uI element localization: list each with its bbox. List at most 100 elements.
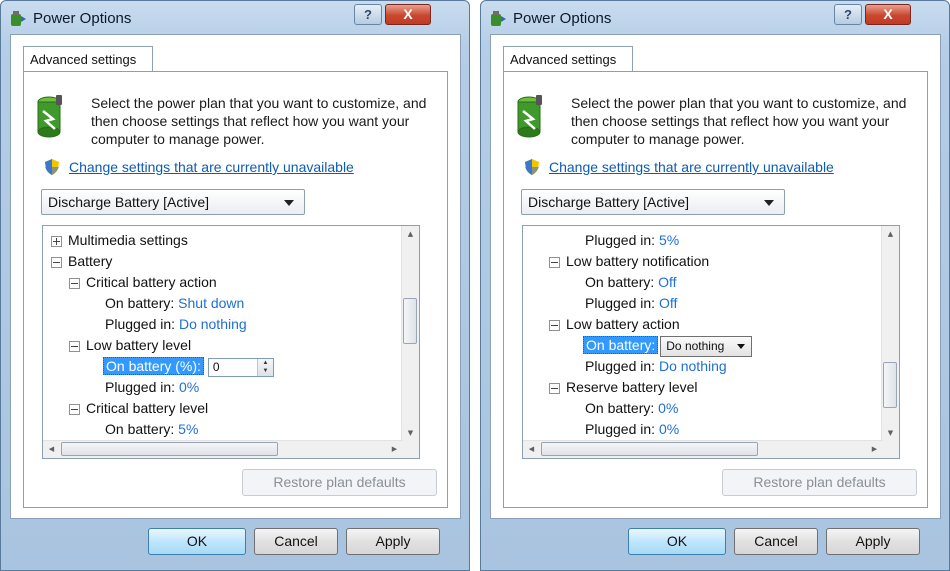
title-bar[interactable]: Power Options ? X (1, 1, 469, 35)
tree-item-plugged-in[interactable]: Plugged in: 0% (585, 419, 679, 440)
chevron-down-icon (764, 200, 774, 206)
tab-advanced-settings[interactable]: Advanced settings (503, 46, 633, 72)
help-button[interactable]: ? (834, 4, 862, 25)
horizontal-scrollbar[interactable]: ◀ ▶ (43, 440, 403, 458)
scroll-down-icon[interactable]: ▼ (882, 425, 899, 442)
collapse-minus-icon[interactable] (69, 340, 80, 352)
tree-item-on-battery-critical[interactable]: On battery: 5% (105, 419, 198, 440)
tree-item-critical-battery-action[interactable]: Critical battery action (69, 272, 217, 293)
uac-shield-icon (525, 159, 539, 175)
scroll-up-icon[interactable]: ▲ (882, 226, 899, 243)
tree-item-on-battery[interactable]: On battery: Off (585, 272, 677, 293)
scroll-thumb[interactable] (883, 362, 897, 408)
tree-item-critical-battery-level[interactable]: Critical battery level (69, 398, 208, 419)
close-button[interactable]: X (865, 4, 911, 25)
collapse-minus-icon[interactable] (51, 256, 62, 268)
power-plan-dropdown[interactable]: Discharge Battery [Active] (521, 189, 785, 215)
tab-advanced-settings[interactable]: Advanced settings (23, 46, 153, 72)
combo-value: Do nothing (666, 338, 725, 353)
collapse-minus-icon[interactable] (69, 277, 80, 289)
window-title: Power Options (513, 10, 612, 27)
tree-item-low-battery-notification[interactable]: Low battery notification (549, 251, 709, 272)
setting-value[interactable]: Off (659, 295, 677, 311)
setting-value[interactable]: Off (658, 274, 676, 290)
expand-plus-icon[interactable] (51, 235, 62, 247)
dialog-client-area: Advanced settings Select the power plan … (10, 34, 461, 519)
setting-value[interactable]: 0% (658, 400, 678, 416)
tree-item-on-battery-percent[interactable]: On battery (%): 0 ▲ ▼ (103, 356, 274, 377)
spin-down-icon[interactable]: ▼ (258, 367, 273, 375)
scroll-thumb[interactable] (541, 442, 758, 456)
power-plan-value: Discharge Battery [Active] (528, 194, 690, 210)
tree-item-on-battery[interactable]: On battery: Shut down (105, 293, 244, 314)
ok-button[interactable]: OK (148, 528, 246, 555)
spin-up-icon[interactable]: ▲ (258, 359, 273, 367)
power-plan-value: Discharge Battery [Active] (48, 194, 210, 210)
uac-shield-icon (45, 159, 59, 175)
selected-label: On battery (%): (103, 357, 204, 375)
tree-item-on-battery-action[interactable]: On battery: Do nothing (583, 335, 753, 357)
power-options-window-2: Power Options ? X Advanced settings Sele… (480, 0, 950, 571)
collapse-minus-icon[interactable] (549, 319, 560, 331)
setting-value[interactable]: 5% (659, 232, 679, 248)
power-options-icon (11, 11, 26, 26)
scroll-thumb[interactable] (61, 442, 278, 456)
collapse-minus-icon[interactable] (549, 382, 560, 394)
spinner-value[interactable]: 0 (213, 359, 220, 376)
settings-tree[interactable]: Multimedia settings Battery Critical bat… (42, 225, 420, 459)
setting-value[interactable]: 5% (178, 421, 198, 437)
chevron-down-icon (737, 343, 746, 349)
spinner-buttons[interactable]: ▲ ▼ (256, 358, 273, 376)
tree-item-low-battery-level[interactable]: Low battery level (69, 335, 191, 356)
setting-value[interactable]: Shut down (178, 295, 244, 311)
collapse-minus-icon[interactable] (549, 256, 560, 268)
scroll-down-icon[interactable]: ▼ (402, 425, 419, 442)
tree-item-reserve-battery-level[interactable]: Reserve battery level (549, 377, 698, 398)
scroll-up-icon[interactable]: ▲ (402, 226, 419, 243)
title-bar[interactable]: Power Options ? X (481, 1, 949, 35)
change-settings-link[interactable]: Change settings that are currently unava… (549, 159, 834, 175)
scroll-right-icon[interactable]: ▶ (866, 441, 883, 458)
power-options-window-1: Power Options ? X Advanced settings Sele… (0, 0, 470, 571)
description-text: Select the power plan that you want to c… (571, 95, 907, 147)
restore-plan-defaults-button[interactable]: Restore plan defaults (722, 469, 917, 496)
tree-item-multimedia[interactable]: Multimedia settings (51, 230, 188, 251)
restore-plan-defaults-button[interactable]: Restore plan defaults (242, 469, 437, 496)
vertical-scrollbar[interactable]: ▲ ▼ (881, 226, 899, 442)
help-button[interactable]: ? (354, 4, 382, 25)
percent-spinner[interactable]: 0 ▲ ▼ (207, 357, 274, 377)
action-combo[interactable]: Do nothing (660, 335, 753, 357)
power-options-icon (491, 11, 506, 26)
apply-button[interactable]: Apply (346, 528, 440, 555)
tree-item-low-battery-action[interactable]: Low battery action (549, 314, 680, 335)
battery-plug-icon (37, 95, 62, 138)
power-plan-dropdown[interactable]: Discharge Battery [Active] (41, 189, 305, 215)
dialog-client-area: Advanced settings Select the power plan … (490, 34, 941, 519)
setting-value[interactable]: 0% (179, 379, 199, 395)
tree-item-plugged-in[interactable]: Plugged in: 5% (585, 230, 679, 251)
tree-item-plugged-in[interactable]: Plugged in: Off (585, 293, 677, 314)
apply-button[interactable]: Apply (826, 528, 920, 555)
scroll-left-icon[interactable]: ◀ (523, 441, 540, 458)
vertical-scrollbar[interactable]: ▲ ▼ (401, 226, 419, 442)
tree-item-plugged-in[interactable]: Plugged in: Do nothing (585, 356, 727, 377)
setting-value[interactable]: 0% (659, 421, 679, 437)
tree-item-on-battery[interactable]: On battery: 0% (585, 398, 678, 419)
tree-item-plugged-in-percent[interactable]: Plugged in: 0% (105, 377, 199, 398)
ok-button[interactable]: OK (628, 528, 726, 555)
close-button[interactable]: X (385, 4, 431, 25)
collapse-minus-icon[interactable] (69, 403, 80, 415)
tree-item-plugged-in[interactable]: Plugged in: Do nothing (105, 314, 247, 335)
scroll-left-icon[interactable]: ◀ (43, 441, 60, 458)
cancel-button[interactable]: Cancel (734, 528, 818, 555)
cancel-button[interactable]: Cancel (254, 528, 338, 555)
tree-item-battery[interactable]: Battery (51, 251, 112, 272)
scroll-right-icon[interactable]: ▶ (386, 441, 403, 458)
setting-value[interactable]: Do nothing (659, 358, 727, 374)
settings-tree[interactable]: Plugged in: 5% Low battery notification … (522, 225, 900, 459)
change-settings-link[interactable]: Change settings that are currently unava… (69, 159, 354, 175)
setting-value[interactable]: Do nothing (179, 316, 247, 332)
horizontal-scrollbar[interactable]: ◀ ▶ (523, 440, 883, 458)
description-text: Select the power plan that you want to c… (91, 95, 427, 147)
scroll-thumb[interactable] (403, 298, 417, 344)
